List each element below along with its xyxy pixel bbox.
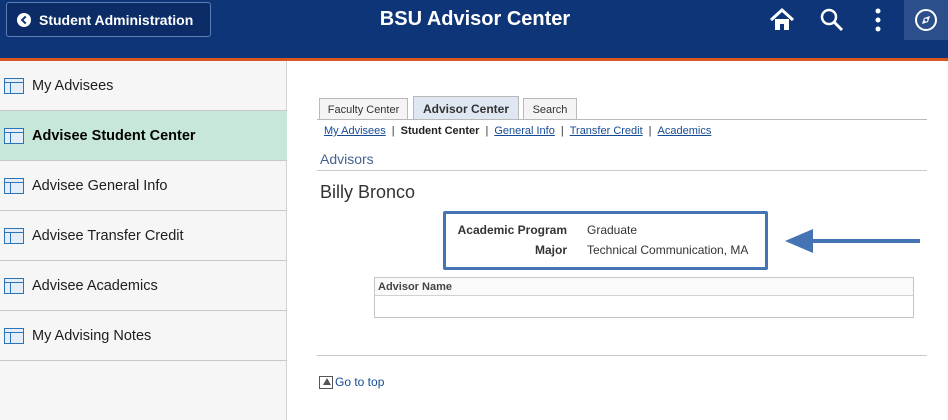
annotation-arrow-icon [785,229,813,253]
sidebar-item-label: My Advising Notes [32,327,152,344]
sidebar-item-advisee-academics[interactable]: Advisee Academics [0,261,287,311]
sidebar-item-my-advising-notes[interactable]: My Advising Notes [0,311,287,361]
academic-program-value: Graduate [587,223,638,237]
separator: | [391,125,395,137]
page-icon [4,127,24,144]
sidebar-item-label: Advisee Transfer Credit [32,227,184,244]
page-icon [4,327,24,344]
go-to-top-link[interactable]: Go to top [319,375,384,389]
navbar-compass-icon [915,9,937,31]
go-to-top-label: Go to top [335,375,385,389]
tab-advisor-center[interactable]: Advisor Center [413,96,519,120]
separator: | [485,125,489,137]
app-header: Student Administration BSU Advisor Cente… [0,0,948,58]
major-value: Technical Communication, MA [587,243,749,257]
separator: | [648,125,652,137]
page-icon [4,177,24,194]
more-options-icon[interactable] [864,6,892,34]
separator: | [560,125,564,137]
page-icon [4,77,24,94]
sub-navigation: My Advisees | Student Center | General Info |… [324,125,711,137]
link-general-info[interactable]: General Info [494,125,555,137]
sidebar: My Advisees Advisee Student Center Advis… [0,61,287,420]
navbar-button[interactable] [904,0,948,40]
back-button-label: Student Administration [39,11,194,28]
grid-column-header: Advisor Name [375,278,913,296]
sidebar-item-advisee-transfer-credit[interactable]: Advisee Transfer Credit [0,211,287,261]
tab-faculty-center[interactable]: Faculty Center [319,98,408,120]
page-icon [4,227,24,244]
academic-program-label: Academic Program [457,223,567,237]
highlight-box [443,211,768,270]
sidebar-item-advisee-general-info[interactable]: Advisee General Info [0,161,287,211]
section-divider [317,170,927,171]
link-my-advisees[interactable]: My Advisees [324,125,386,137]
search-icon[interactable] [817,6,845,34]
link-transfer-credit[interactable]: Transfer Credit [570,125,643,137]
tab-search[interactable]: Search [523,98,577,120]
sidebar-item-advisee-student-center[interactable]: Advisee Student Center [0,111,287,161]
annotation-arrow-shaft [810,239,920,243]
go-to-top-icon [319,375,333,389]
sidebar-item-label: Advisee General Info [32,177,168,194]
student-name: Billy Bronco [320,182,416,202]
section-title: Advisors [320,151,374,167]
link-student-center-current: Student Center [400,125,480,137]
link-academics[interactable]: Academics [658,125,712,137]
back-button[interactable]: Student Administration [6,2,211,37]
sidebar-item-label: Advisee Academics [32,277,158,294]
footer-divider [317,355,927,356]
back-chevron-icon [17,12,31,27]
advisor-grid: Advisor Name [374,277,914,318]
page-icon [4,277,24,294]
tab-divider [317,119,927,120]
home-icon[interactable] [768,6,796,34]
page-title: BSU Advisor Center [379,8,571,30]
major-label: Major [534,243,567,257]
sidebar-item-label: Advisee Student Center [32,127,196,144]
sidebar-item-label: My Advisees [32,77,114,94]
sidebar-item-my-advisees[interactable]: My Advisees [0,61,287,111]
